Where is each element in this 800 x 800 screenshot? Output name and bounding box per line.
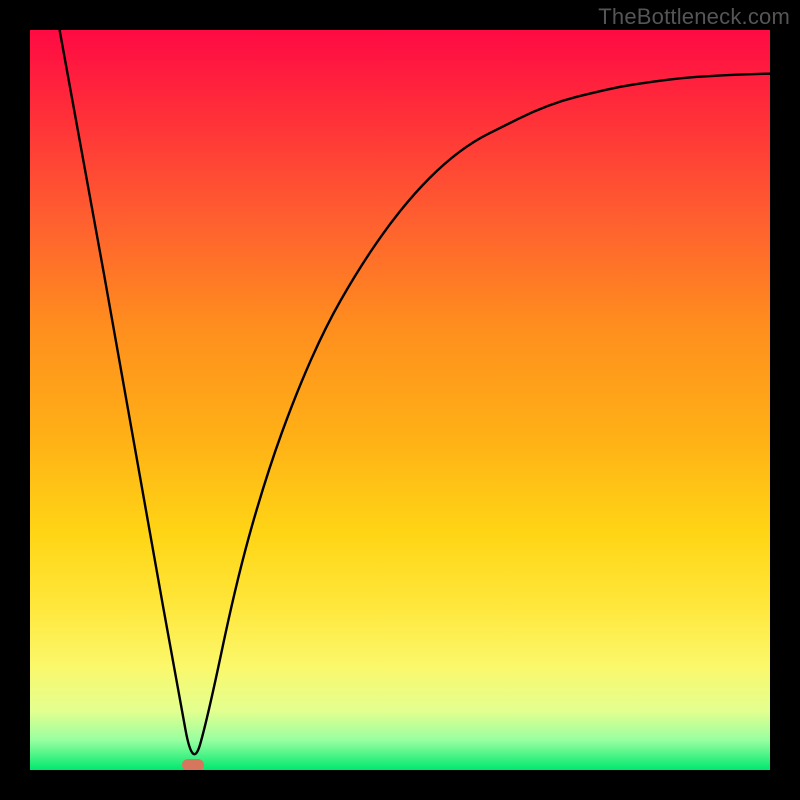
chart-container: TheBottleneck.com: [0, 0, 800, 800]
bottleneck-curve: [60, 30, 770, 754]
minimum-marker: [182, 759, 204, 770]
watermark-text: TheBottleneck.com: [598, 4, 790, 30]
plot-area: [30, 30, 770, 770]
curve-layer: [30, 30, 770, 770]
